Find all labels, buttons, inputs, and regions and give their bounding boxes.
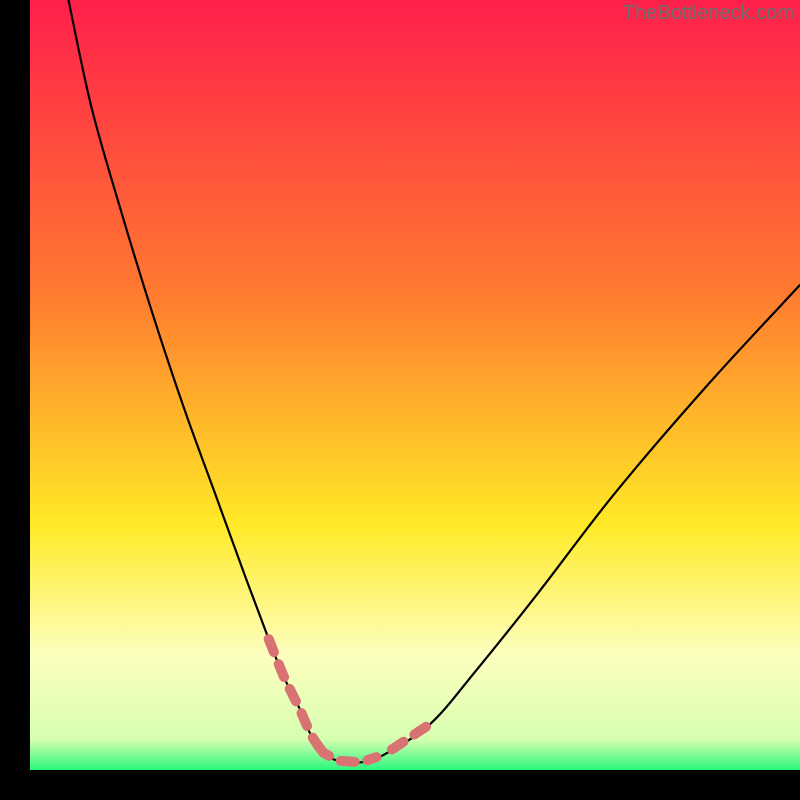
watermark-text: TheBottleneck.com <box>623 2 794 25</box>
gradient-background <box>30 0 800 770</box>
plot-svg <box>30 0 800 770</box>
chart-frame <box>30 0 800 770</box>
